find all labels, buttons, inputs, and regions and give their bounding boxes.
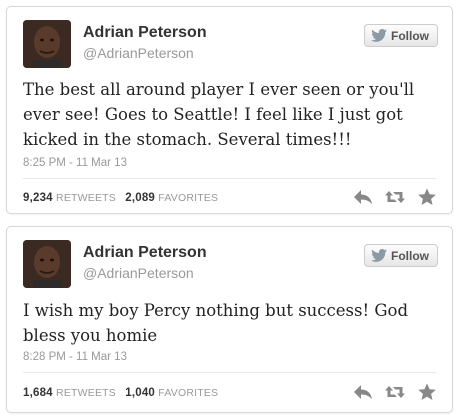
tweet-card: Adrian Peterson @AdrianPeterson Follow I… xyxy=(6,226,453,413)
retweet-label: Retweets xyxy=(56,192,116,204)
reply-icon[interactable] xyxy=(352,187,374,207)
retweet-count[interactable]: 9,234 xyxy=(23,192,53,204)
avatar[interactable] xyxy=(23,240,71,288)
retweet-icon[interactable] xyxy=(384,382,406,402)
tweet-header: Adrian Peterson @AdrianPeterson Follow xyxy=(23,240,440,292)
bird-icon xyxy=(371,249,387,262)
divider xyxy=(23,372,436,373)
favorite-label: Favorites xyxy=(158,192,219,204)
display-name[interactable]: Adrian Peterson xyxy=(83,244,207,262)
star-icon[interactable] xyxy=(416,382,438,402)
reply-icon[interactable] xyxy=(352,382,374,402)
follow-label: Follow xyxy=(391,28,429,43)
tweet-header: Adrian Peterson @AdrianPeterson Follow xyxy=(23,20,440,72)
avatar[interactable] xyxy=(23,20,71,68)
divider xyxy=(23,178,436,179)
tweet-timestamp[interactable]: 8:25 PM - 11 Mar 13 xyxy=(23,157,127,169)
tweet-actions xyxy=(352,187,438,207)
retweet-count[interactable]: 1,684 xyxy=(23,387,53,399)
tweet-actions xyxy=(352,382,438,402)
tweet-text: The best all around player I ever seen o… xyxy=(23,80,415,149)
username[interactable]: @AdrianPeterson xyxy=(83,45,194,61)
retweet-label: Retweets xyxy=(56,387,116,399)
tweet-text: I wish my boy Percy nothing but success!… xyxy=(23,301,409,345)
star-icon[interactable] xyxy=(416,187,438,207)
tweet-stats: 9,234 Retweets 2,089 Favorites xyxy=(23,192,224,204)
tweet-timestamp[interactable]: 8:28 PM - 11 Mar 13 xyxy=(23,351,127,363)
display-name[interactable]: Adrian Peterson xyxy=(83,24,207,42)
favorite-label: Favorites xyxy=(158,387,219,399)
tweet-stats: 1,684 Retweets 1,040 Favorites xyxy=(23,387,224,399)
follow-button[interactable]: Follow xyxy=(364,244,438,267)
favorite-count[interactable]: 1,040 xyxy=(125,387,155,399)
bird-icon xyxy=(371,29,387,42)
username[interactable]: @AdrianPeterson xyxy=(83,265,194,281)
favorite-count[interactable]: 2,089 xyxy=(125,192,155,204)
follow-label: Follow xyxy=(391,248,429,263)
retweet-icon[interactable] xyxy=(384,187,406,207)
tweet-card: Adrian Peterson @AdrianPeterson Follow T… xyxy=(6,6,453,214)
follow-button[interactable]: Follow xyxy=(364,24,438,47)
